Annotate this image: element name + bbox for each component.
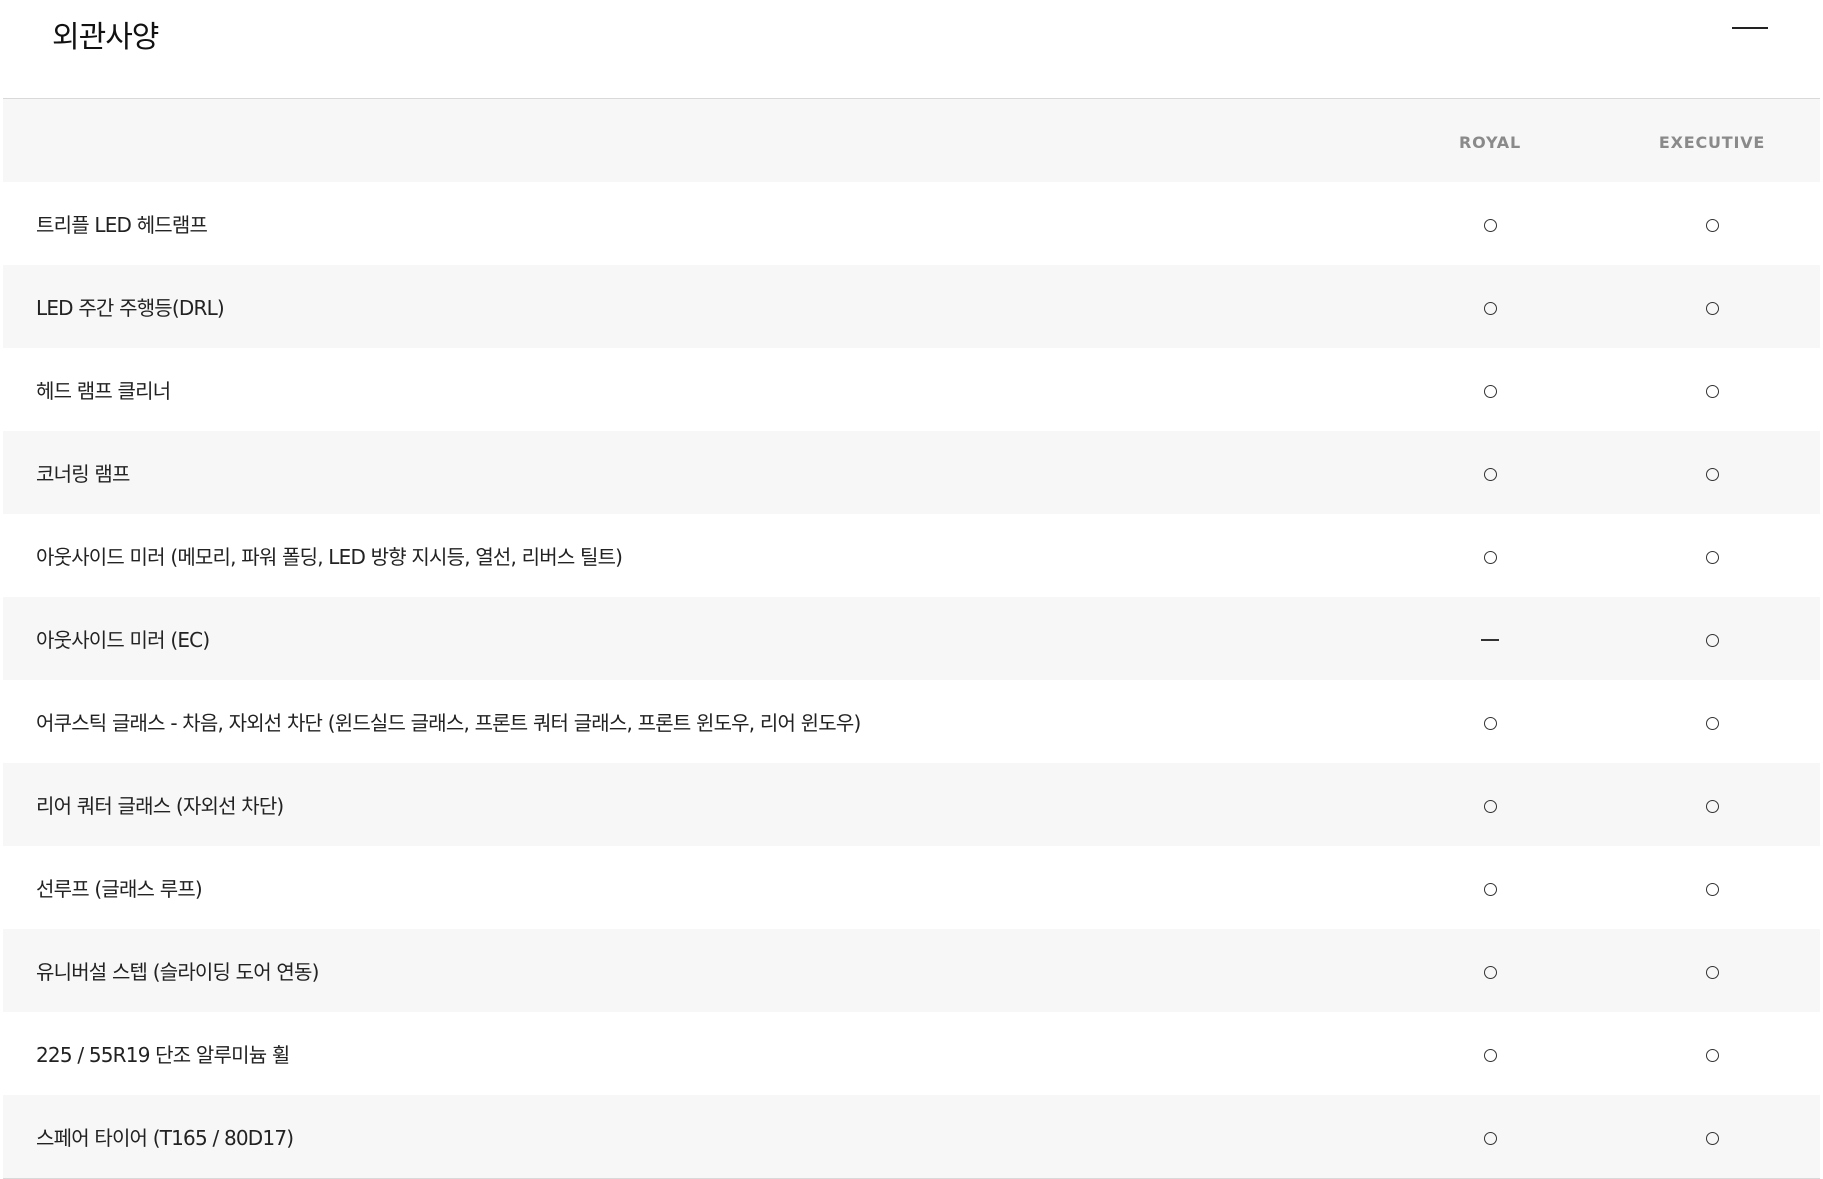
table-row: 선루프 (글래스 루프)	[3, 846, 1820, 929]
minus-bar	[1732, 27, 1768, 29]
available-icon	[1705, 467, 1719, 481]
executive-availability-cell	[1601, 627, 1823, 651]
feature-name: 아웃사이드 미러 (EC)	[36, 628, 210, 652]
feature-name: 리어 쿼터 글래스 (자외선 차단)	[36, 794, 284, 818]
available-icon	[1483, 799, 1497, 813]
feature-name: 선루프 (글래스 루프)	[36, 877, 203, 901]
executive-availability-cell	[1601, 544, 1823, 568]
available-icon	[1705, 384, 1719, 398]
table-row: 225 / 55R19 단조 알루미늄 휠	[3, 1012, 1820, 1095]
spec-table: ROYAL EXECUTIVE 트리플 LED 헤드램프 LED 주간 주행등(D…	[3, 99, 1820, 1179]
table-header-row: ROYAL EXECUTIVE	[3, 99, 1820, 182]
available-icon	[1705, 1131, 1719, 1145]
table-row: 스페어 타이어 (T165 / 80D17)	[3, 1095, 1820, 1178]
table-row: 아웃사이드 미러 (EC)	[3, 597, 1820, 680]
royal-availability-cell	[1379, 710, 1601, 734]
available-icon	[1483, 965, 1497, 979]
royal-availability-cell	[1379, 627, 1601, 651]
available-icon	[1705, 633, 1719, 647]
column-label: ROYAL	[1459, 132, 1521, 152]
available-icon	[1483, 550, 1497, 564]
executive-availability-cell	[1601, 793, 1823, 817]
column-label: EXECUTIVE	[1658, 132, 1766, 152]
feature-name: 헤드 램프 클리너	[36, 379, 171, 403]
table-row: 유니버설 스텝 (슬라이딩 도어 연동)	[3, 929, 1820, 1012]
feature-name: 트리플 LED 헤드램프	[36, 213, 208, 237]
available-icon	[1483, 1131, 1497, 1145]
feature-name: 스페어 타이어 (T165 / 80D17)	[36, 1126, 294, 1150]
executive-availability-cell	[1601, 876, 1823, 900]
table-body: 트리플 LED 헤드램프 LED 주간 주행등(DRL) 헤드 램프 클리너코너링 …	[3, 182, 1820, 1178]
table-row: 헤드 램프 클리너	[3, 348, 1820, 431]
available-icon	[1483, 384, 1497, 398]
executive-availability-cell	[1601, 1042, 1823, 1066]
executive-availability-cell	[1601, 212, 1823, 236]
available-icon	[1483, 218, 1497, 232]
available-icon	[1705, 882, 1719, 896]
column-header-royal: ROYAL	[1379, 129, 1601, 153]
royal-availability-cell	[1379, 544, 1601, 568]
royal-availability-cell	[1379, 461, 1601, 485]
available-icon	[1483, 1048, 1497, 1062]
available-icon	[1483, 882, 1497, 896]
available-icon	[1705, 301, 1719, 315]
royal-availability-cell	[1379, 876, 1601, 900]
feature-name: 아웃사이드 미러 (메모리, 파워 폴딩, LED 방향 지시등, 열선, 리버…	[36, 545, 623, 569]
not-available-icon	[1481, 639, 1499, 641]
executive-availability-cell	[1601, 461, 1823, 485]
available-icon	[1705, 716, 1719, 730]
royal-availability-cell	[1379, 378, 1601, 402]
available-icon	[1705, 1048, 1719, 1062]
royal-availability-cell	[1379, 295, 1601, 319]
available-icon	[1483, 301, 1497, 315]
royal-availability-cell	[1379, 212, 1601, 236]
feature-name: 유니버설 스텝 (슬라이딩 도어 연동)	[36, 960, 319, 984]
column-header-executive: EXECUTIVE	[1601, 129, 1823, 153]
royal-availability-cell	[1379, 1042, 1601, 1066]
table-row: LED 주간 주행등(DRL)	[3, 265, 1820, 348]
royal-availability-cell	[1379, 959, 1601, 983]
available-icon	[1705, 965, 1719, 979]
feature-name: LED 주간 주행등(DRL)	[36, 296, 225, 320]
executive-availability-cell	[1601, 295, 1823, 319]
available-icon	[1483, 467, 1497, 481]
royal-availability-cell	[1379, 1125, 1601, 1149]
table-row: 어쿠스틱 글래스 - 차음, 자외선 차단 (윈드실드 글래스, 프론트 쿼터 …	[3, 680, 1820, 763]
executive-availability-cell	[1601, 710, 1823, 734]
executive-availability-cell	[1601, 959, 1823, 983]
table-row: 트리플 LED 헤드램프	[3, 182, 1820, 265]
table-row: 리어 쿼터 글래스 (자외선 차단)	[3, 763, 1820, 846]
table-row: 코너링 램프	[3, 431, 1820, 514]
executive-availability-cell	[1601, 378, 1823, 402]
executive-availability-cell	[1601, 1125, 1823, 1149]
available-icon	[1705, 799, 1719, 813]
table-row: 아웃사이드 미러 (메모리, 파워 폴딩, LED 방향 지시등, 열선, 리버…	[3, 514, 1820, 597]
royal-availability-cell	[1379, 793, 1601, 817]
available-icon	[1705, 550, 1719, 564]
feature-name: 코너링 램프	[36, 462, 130, 486]
section-title: 외관사양	[52, 20, 159, 55]
feature-name: 225 / 55R19 단조 알루미늄 휠	[36, 1043, 290, 1067]
available-icon	[1705, 218, 1719, 232]
section-header[interactable]: 외관사양	[3, 0, 1820, 99]
exterior-spec-section: 외관사양 ROYAL EXECUTIVE 트리플 LED 헤드램프 LED 주간 …	[0, 0, 1823, 1179]
collapse-icon[interactable]	[1728, 14, 1772, 40]
available-icon	[1483, 716, 1497, 730]
feature-name: 어쿠스틱 글래스 - 차음, 자외선 차단 (윈드실드 글래스, 프론트 쿼터 …	[36, 711, 861, 735]
